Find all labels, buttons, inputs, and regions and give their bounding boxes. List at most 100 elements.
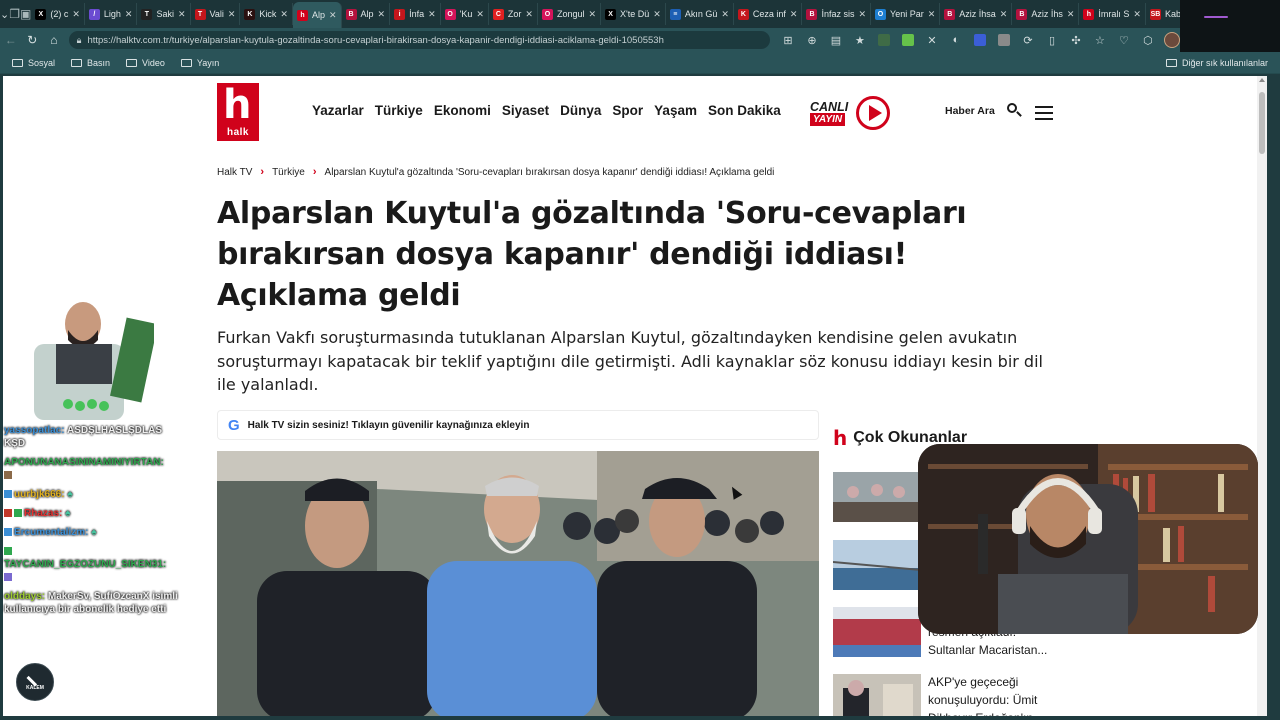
reader-icon[interactable]: ▤ — [824, 28, 848, 52]
tab-label: Alp — [311, 10, 325, 20]
tab-close-icon[interactable]: ✕ — [428, 9, 436, 20]
google-icon: G — [228, 416, 240, 434]
kalem-button[interactable]: KALEM — [16, 663, 54, 701]
bookmark-folder[interactable]: Video — [120, 58, 171, 68]
browser-tab[interactable]: B Alp ✕ — [342, 3, 391, 25]
tab-favicon-icon: h — [1083, 8, 1095, 20]
search-label[interactable]: Haber Ara — [945, 105, 995, 117]
tab-close-icon[interactable]: ✕ — [1133, 9, 1141, 20]
nav-item[interactable]: Türkiye — [375, 103, 423, 118]
collections-icon[interactable]: ♡ — [1112, 28, 1136, 52]
zoom-icon[interactable]: ⊕ — [800, 28, 824, 52]
most-read-thumb[interactable] — [833, 472, 921, 522]
browser-tab[interactable]: B İnfaz sis ✕ — [802, 3, 872, 25]
workspaces-icon[interactable]: ❐ — [9, 0, 20, 28]
tab-close-icon[interactable]: ✕ — [329, 10, 337, 21]
tab-close-icon[interactable]: ✕ — [858, 9, 866, 20]
halktv-logo[interactable]: h halk — [217, 83, 259, 141]
other-bookmarks[interactable]: Diğer sık kullanılanlar — [1165, 52, 1268, 74]
app-available-icon[interactable]: ⊞ — [776, 28, 800, 52]
tab-close-icon[interactable]: ✕ — [378, 9, 386, 20]
chat-message: yassopatlac: ASDŞLHASLŞDLAS KŞD — [4, 425, 163, 449]
tab-close-icon[interactable]: ✕ — [72, 9, 80, 20]
tab-close-icon[interactable]: ✕ — [589, 9, 597, 20]
browser-tab[interactable]: O 'Ku ✕ — [441, 3, 489, 25]
bookmark-folder[interactable]: Sosyal — [6, 58, 61, 68]
bookmark-folder[interactable]: Basın — [65, 58, 116, 68]
tab-menu-icon[interactable]: ⌄ — [0, 0, 9, 28]
browser-tab[interactable]: i İnfa ✕ — [390, 3, 441, 25]
favorite-star-icon[interactable]: ★ — [848, 28, 872, 52]
tab-favicon-icon: K — [737, 8, 749, 20]
nav-item[interactable]: Son Dakika — [708, 103, 781, 118]
tab-close-icon[interactable]: ✕ — [525, 9, 533, 20]
most-read-item-title[interactable]: AKP'ye geçeceği konuşuluyordu: Ümit Dikb… — [928, 673, 1058, 716]
tab-close-icon[interactable]: ✕ — [1000, 9, 1008, 20]
nav-item[interactable]: Ekonomi — [434, 103, 491, 118]
tab-close-icon[interactable]: ✕ — [476, 9, 484, 20]
most-read-thumb[interactable] — [833, 607, 921, 657]
hamburger-menu-icon[interactable] — [1035, 106, 1053, 124]
profile-avatar[interactable] — [1163, 32, 1180, 48]
home-icon[interactable]: ⌂ — [43, 28, 65, 52]
tab-close-icon[interactable]: ✕ — [653, 9, 661, 20]
breadcrumb-home[interactable]: Halk TV — [217, 167, 252, 178]
browser-tab[interactable]: T Saki ✕ — [137, 3, 191, 25]
back-icon[interactable]: ← — [0, 28, 22, 52]
browser-tab[interactable]: / Ligh ✕ — [85, 3, 138, 25]
refresh-ext-icon[interactable]: ⟳ — [1016, 28, 1040, 52]
search-icon[interactable] — [1007, 103, 1023, 119]
tab-label: Ceza inf — [752, 9, 786, 19]
browser-tab[interactable]: B Aziz İhs ✕ — [1012, 3, 1080, 25]
browser-tab[interactable]: ≡ Akın Gü ✕ — [666, 3, 734, 25]
copilot-icon[interactable]: ⬡ — [1136, 28, 1160, 52]
tab-label: Ligh — [103, 9, 121, 19]
browser-tab[interactable]: h İmralı S ✕ — [1079, 3, 1146, 25]
extension-icon[interactable]: ◐ — [944, 28, 968, 52]
tab-close-icon[interactable]: ✕ — [178, 9, 186, 20]
split-screen-icon[interactable]: ▯ — [1040, 28, 1064, 52]
tab-close-icon[interactable]: ✕ — [928, 9, 936, 20]
browser-tab[interactable]: T Vali ✕ — [191, 3, 241, 25]
extension-icon[interactable] — [968, 28, 992, 52]
browser-tab[interactable]: K Kick ✕ — [240, 3, 293, 25]
tab-actions-icon[interactable]: ▣ — [20, 0, 31, 28]
nav-item[interactable]: Yaşam — [654, 103, 697, 118]
tab-close-icon[interactable]: ✕ — [1067, 9, 1075, 20]
extensions-puzzle-icon[interactable]: ✣ — [1064, 28, 1088, 52]
most-read-thumb[interactable] — [833, 540, 921, 590]
reload-icon[interactable]: ↻ — [22, 28, 44, 52]
extension-icon[interactable]: ✕ — [920, 28, 944, 52]
browser-tab[interactable]: K Ceza inf ✕ — [734, 3, 803, 25]
most-read-thumb[interactable] — [833, 674, 921, 716]
tab-close-icon[interactable]: ✕ — [125, 9, 133, 20]
nav-item[interactable]: Dünya — [560, 103, 601, 118]
google-preferred-source-banner[interactable]: G Halk TV sizin sesiniz! Tıklayın güveni… — [217, 410, 819, 440]
nav-item[interactable]: Yazarlar — [312, 103, 364, 118]
nav-item[interactable]: Siyaset — [502, 103, 549, 118]
tab-close-icon[interactable]: ✕ — [790, 9, 798, 20]
browser-tab[interactable]: X X'te Dü ✕ — [601, 3, 666, 25]
tab-close-icon[interactable]: ✕ — [721, 9, 729, 20]
browser-tab[interactable]: h Alp ✕ — [292, 2, 342, 28]
favorites-icon[interactable]: ☆ — [1088, 28, 1112, 52]
address-bar[interactable]: 🔒︎ https://halktv.com.tr/turkiye/alparsl… — [68, 31, 770, 49]
page-scrollbar[interactable] — [1257, 76, 1267, 716]
browser-tab[interactable]: X (2) c ✕ — [31, 3, 85, 25]
extension-icon[interactable] — [896, 28, 920, 52]
browser-tab[interactable]: O Yeni Par ✕ — [871, 3, 941, 25]
url-text: https://halktv.com.tr/turkiye/alparslan-… — [87, 34, 664, 46]
bookmark-folder[interactable]: Yayın — [175, 58, 225, 68]
breadcrumb-category[interactable]: Türkiye — [272, 167, 305, 178]
tab-close-icon[interactable]: ✕ — [228, 9, 236, 20]
tab-close-icon[interactable]: ✕ — [280, 9, 288, 20]
browser-tab[interactable]: O Zongul ✕ — [538, 3, 602, 25]
extension-icon[interactable] — [992, 28, 1016, 52]
tab-favicon-icon: K — [244, 8, 256, 20]
browser-tab[interactable]: C Zor ✕ — [489, 3, 538, 25]
live-broadcast-button[interactable]: CANLI YAYIN — [806, 93, 892, 133]
extension-icon[interactable] — [872, 28, 896, 52]
nav-item[interactable]: Spor — [612, 103, 643, 118]
browser-tab[interactable]: B Aziz İhsa ✕ — [940, 3, 1013, 25]
emote-icon: ♠ — [91, 527, 97, 538]
